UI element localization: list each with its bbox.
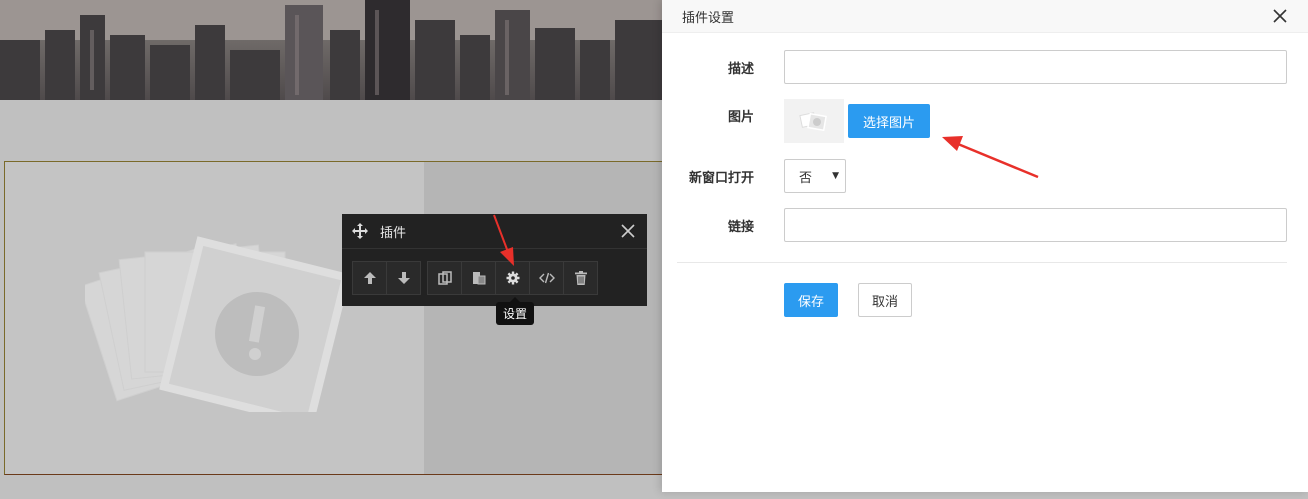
new-window-row: 新窗口打开 否 ▼ [662,159,1308,193]
image-label: 图片 [727,109,754,125]
dialog-header: 插件设置 [662,0,1308,33]
trash-icon [574,271,587,285]
image-thumbnail [784,99,844,143]
close-icon[interactable] [619,222,637,240]
plugin-settings-dialog: 插件设置 描述 图片 选择图片 新窗口打开 否 ▼ 链接 保存 取消 [662,0,1308,492]
arrow-down-icon [397,272,410,284]
toolbar-header: 插件 [342,214,647,249]
gear-icon [506,271,519,285]
move-down-button[interactable] [387,262,420,294]
choose-image-button[interactable]: 选择图片 [848,104,930,138]
arrow-up-icon [363,272,376,284]
description-row: 描述 [662,50,1308,84]
description-input[interactable] [784,50,1287,84]
code-button[interactable] [530,262,564,294]
toolbar-title: 插件 [380,225,407,241]
plugin-content-area[interactable] [4,161,704,475]
copy-button[interactable] [428,262,462,294]
save-button[interactable]: 保存 [784,283,838,317]
move-icon[interactable] [352,223,368,239]
chevron-down-icon: ▼ [832,171,839,181]
description-label: 描述 [727,61,754,77]
settings-button[interactable] [496,262,530,294]
form-divider [677,262,1287,263]
move-button-group [352,261,421,295]
dialog-title: 插件设置 [682,10,735,26]
new-window-select[interactable]: 否 ▼ [784,159,846,193]
plugin-toolbar: 插件 [342,214,647,306]
copy-icon [437,271,452,285]
action-button-group [427,261,598,295]
plugin-image-column [5,162,424,474]
cancel-button[interactable]: 取消 [858,283,912,317]
close-icon[interactable] [1272,8,1288,24]
link-row: 链接 [662,208,1308,242]
new-window-label: 新窗口打开 [688,170,754,186]
image-row: 图片 选择图片 [662,99,1308,143]
new-window-selected-value: 否 [799,170,813,186]
code-icon [538,272,555,284]
link-input[interactable] [784,208,1287,242]
paste-icon [472,272,485,285]
image-placeholder-icon [85,236,345,412]
link-label: 链接 [727,219,754,235]
settings-tooltip: 设置 [496,297,535,325]
delete-button[interactable] [564,262,597,294]
paste-button[interactable] [462,262,496,294]
image-placeholder-icon [799,112,827,131]
move-up-button[interactable] [353,262,387,294]
